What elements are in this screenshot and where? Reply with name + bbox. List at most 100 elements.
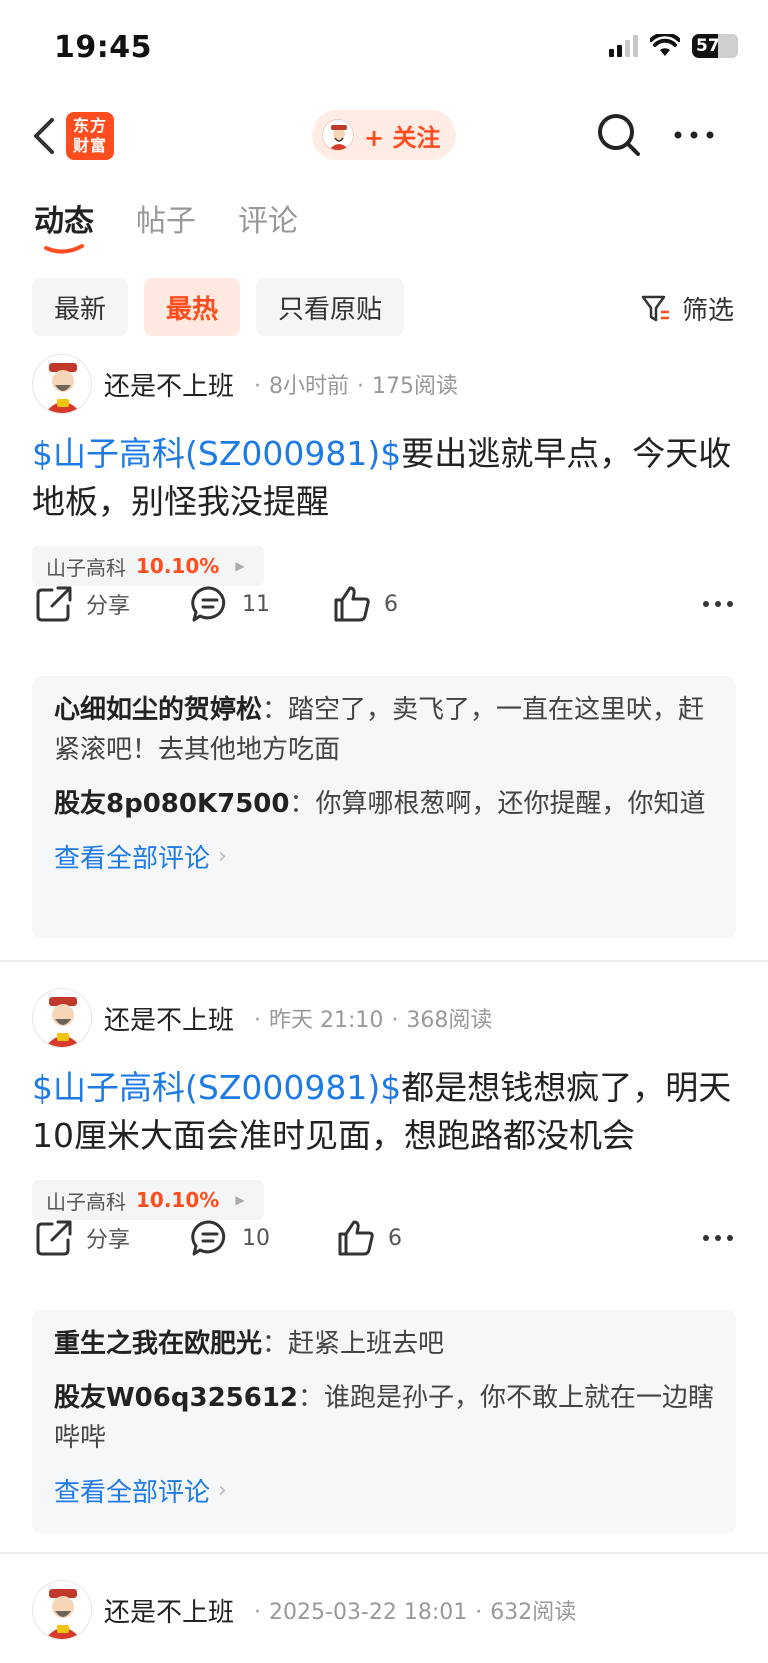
thumbs-up-icon — [334, 586, 370, 622]
post-meta: · 昨天 21:10 · 368阅读 — [254, 1008, 493, 1033]
wifi-icon — [650, 34, 680, 56]
avatar[interactable] — [32, 988, 92, 1048]
share-icon — [36, 1220, 72, 1256]
post-content[interactable]: $山子高科(SZ000981)$要出逃就早点，今天收地板，别怪我没提醒 — [32, 430, 732, 526]
back-arrow-icon[interactable] — [28, 114, 64, 158]
post-more-icon[interactable] — [702, 588, 734, 620]
comment-user[interactable]: 股友8p080K7500 — [54, 789, 290, 819]
post-reads: 632阅读 — [490, 1600, 577, 1625]
view-all-comments-link[interactable]: 查看全部评论 › — [54, 1472, 716, 1509]
post-card: 还是不上班 · 8小时前 · 175阅读 $山子高科(SZ000981)$要出逃就早点… — [0, 352, 768, 952]
comment-item[interactable]: 股友8p080K7500：你算哪根葱啊，还你提醒，你知道 — [54, 784, 716, 824]
like-count: 6 — [388, 1225, 402, 1251]
comment-item[interactable]: 股友W06q325612：谁跑是孙子，你不敢上就在一边瞎哔哔 — [54, 1378, 716, 1458]
search-icon[interactable] — [596, 112, 642, 158]
follow-label: + 关注 — [364, 123, 441, 152]
post-reads: 175阅读 — [372, 374, 459, 399]
comment-icon — [191, 586, 226, 622]
like-count: 6 — [384, 591, 398, 617]
chevron-right-icon: › — [218, 844, 227, 869]
comment-button[interactable]: 10 — [190, 1214, 270, 1262]
view-all-label: 查看全部评论 — [54, 844, 211, 874]
share-label: 分享 — [86, 594, 131, 619]
comments-preview: 心细如尘的贺婷松：踏空了，卖飞了，一直在这里吠，赶紧滚吧！去其他地方吃面 股友8… — [32, 676, 736, 938]
post-more-icon[interactable] — [702, 1222, 734, 1254]
status-icons: 57 — [609, 34, 738, 58]
comment-text: ：赶紧上班去吧 — [262, 1329, 445, 1359]
stock-link[interactable]: $山子高科(SZ000981)$ — [32, 1068, 401, 1107]
status-bar: 19:45 57 — [0, 0, 768, 96]
post-meta: · 2025-03-22 18:01 · 632阅读 — [254, 1600, 577, 1625]
post-card: 还是不上班 · 昨天 21:10 · 368阅读 $山子高科(SZ000981)$都是… — [0, 986, 768, 1546]
filter-latest[interactable]: 最新 — [32, 278, 129, 336]
comment-icon — [191, 1220, 226, 1256]
post-header: 还是不上班 · 2025-03-22 18:01 · 632阅读 — [32, 1578, 576, 1642]
post-reads: 368阅读 — [406, 1008, 493, 1033]
post-time: 8小时前 — [269, 374, 350, 399]
filter-label: 筛选 — [681, 296, 734, 326]
thumbs-up-icon — [338, 1220, 374, 1256]
view-all-comments-link[interactable]: 查看全部评论 › — [54, 838, 716, 875]
comment-count: 11 — [242, 591, 270, 617]
post-content[interactable]: $山子高科(SZ000981)$都是想钱想疯了，明天10厘米大面会准时见面，想跑… — [32, 1064, 732, 1160]
tab-activity[interactable]: 动态 — [34, 196, 94, 254]
filter-button[interactable]: 筛选 — [640, 290, 734, 327]
filter-hottest[interactable]: 最热 — [144, 278, 241, 336]
comment-item[interactable]: 重生之我在欧肥光：赶紧上班去吧 — [54, 1324, 716, 1364]
filter-original-only[interactable]: 只看原贴 — [256, 278, 405, 336]
cellular-signal-icon — [609, 35, 638, 57]
logo-line2: 财富 — [72, 136, 107, 155]
more-options-icon[interactable] — [672, 122, 716, 148]
post-divider — [0, 1552, 768, 1554]
post-actions: 分享 11 6 — [34, 580, 734, 628]
comment-user[interactable]: 重生之我在欧肥光 — [54, 1329, 262, 1359]
avatar[interactable] — [32, 1580, 92, 1640]
post-username[interactable]: 还是不上班 — [104, 366, 234, 403]
tab-activity-label: 动态 — [34, 204, 94, 239]
status-time: 19:45 — [54, 30, 152, 65]
play-triangle-icon: ▶ — [235, 1193, 245, 1207]
share-button[interactable]: 分享 — [34, 580, 130, 628]
funnel-icon — [641, 295, 669, 321]
logo-line1: 东方 — [72, 116, 107, 135]
comment-text: ：你算哪根葱啊，还你提醒，你知道 — [289, 789, 706, 819]
tab-bar: 动态 帖子 评论 — [34, 196, 298, 254]
post-header: 还是不上班 · 8小时前 · 175阅读 — [32, 352, 458, 416]
share-label: 分享 — [86, 1228, 131, 1253]
post-card: 还是不上班 · 2025-03-22 18:01 · 632阅读 — [0, 1578, 768, 1658]
share-icon — [36, 586, 72, 622]
tab-posts-label: 帖子 — [136, 204, 196, 239]
like-button[interactable]: 6 — [336, 1214, 402, 1262]
comment-item[interactable]: 心细如尘的贺婷松：踏空了，卖飞了，一直在这里吠，赶紧滚吧！去其他地方吃面 — [54, 690, 716, 770]
stock-link[interactable]: $山子高科(SZ000981)$ — [32, 434, 401, 473]
avatar[interactable] — [32, 354, 92, 414]
post-username[interactable]: 还是不上班 — [104, 1000, 234, 1037]
follow-button[interactable]: + 关注 — [312, 110, 456, 160]
app-logo: 东方 财富 — [66, 112, 114, 160]
stock-tag-percent: 10.10% — [136, 554, 220, 578]
post-meta: · 8小时前 · 175阅读 — [254, 374, 459, 399]
comment-count: 10 — [242, 1225, 270, 1251]
comment-user[interactable]: 股友W06q325612 — [54, 1383, 298, 1413]
stock-tag-name: 山子高科 — [46, 1189, 126, 1214]
post-username[interactable]: 还是不上班 — [104, 1592, 234, 1629]
post-time: 2025-03-22 18:01 — [269, 1600, 468, 1625]
tab-posts[interactable]: 帖子 — [136, 196, 196, 240]
post-header: 还是不上班 · 昨天 21:10 · 368阅读 — [32, 986, 492, 1050]
comment-button[interactable]: 11 — [190, 580, 270, 628]
play-triangle-icon: ▶ — [235, 559, 245, 573]
share-button[interactable]: 分享 — [34, 1214, 130, 1262]
nav-bar: 东方 财富 + 关注 — [0, 100, 768, 172]
post-actions: 分享 10 6 — [34, 1214, 734, 1262]
like-button[interactable]: 6 — [332, 580, 398, 628]
battery-level: 57 — [696, 36, 720, 56]
comment-user[interactable]: 心细如尘的贺婷松 — [54, 695, 262, 725]
battery-icon: 57 — [692, 34, 738, 58]
tab-active-indicator — [44, 244, 84, 254]
stock-tag-percent: 10.10% — [136, 1188, 220, 1212]
comments-preview: 重生之我在欧肥光：赶紧上班去吧 股友W06q325612：谁跑是孙子，你不敢上就… — [32, 1310, 736, 1534]
view-all-label: 查看全部评论 — [54, 1478, 211, 1508]
user-avatar-small — [322, 119, 354, 151]
tab-comments[interactable]: 评论 — [238, 196, 298, 240]
chevron-right-icon: › — [218, 1478, 227, 1503]
